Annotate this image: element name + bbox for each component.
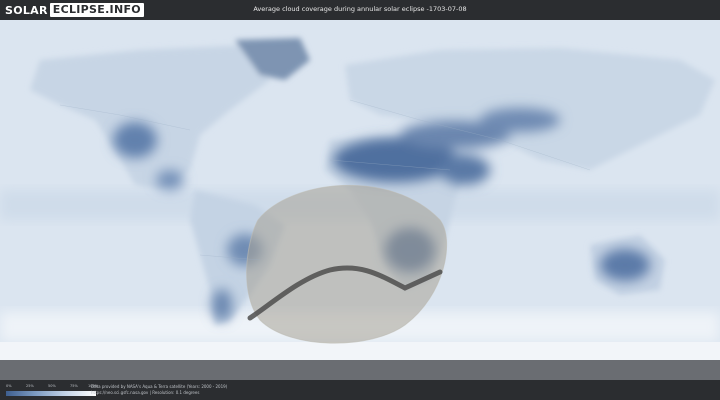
mexico-clear (156, 170, 184, 190)
north-america-west-clear (113, 122, 157, 158)
arabia-clear (440, 155, 490, 185)
cloud-coverage-map (0, 20, 720, 380)
header-bar: SOLAR ECLIPSE.INFO Average cloud coverag… (0, 0, 720, 20)
data-credit: Data provided by NASA's Aqua & Terra sat… (91, 384, 227, 395)
legend-tick: 25% (26, 384, 34, 388)
australia-clear (600, 249, 650, 281)
legend-tick: 0% (6, 384, 12, 388)
argentina-clear (212, 289, 232, 321)
antarctica-shadow (0, 360, 720, 380)
siberia-clear (480, 108, 560, 132)
credit-line-2[interactable]: https://neo.sci.gsfc.nasa.gov | Resoluti… (91, 390, 227, 396)
page-title: Average cloud coverage during annular so… (253, 5, 467, 13)
credit-line-1: Data provided by NASA's Aqua & Terra sat… (91, 384, 228, 389)
footer-bar: 0% 25% 50% 75% 100% Data provided by NAS… (0, 380, 720, 400)
legend-ticks: 0% 25% 50% 75% 100% (6, 384, 98, 389)
cloud-legend: 0% 25% 50% 75% 100% (6, 384, 98, 396)
legend-tick: 75% (70, 384, 78, 388)
legend-tick: 50% (48, 384, 56, 388)
legend-gradient-bar (6, 391, 96, 396)
